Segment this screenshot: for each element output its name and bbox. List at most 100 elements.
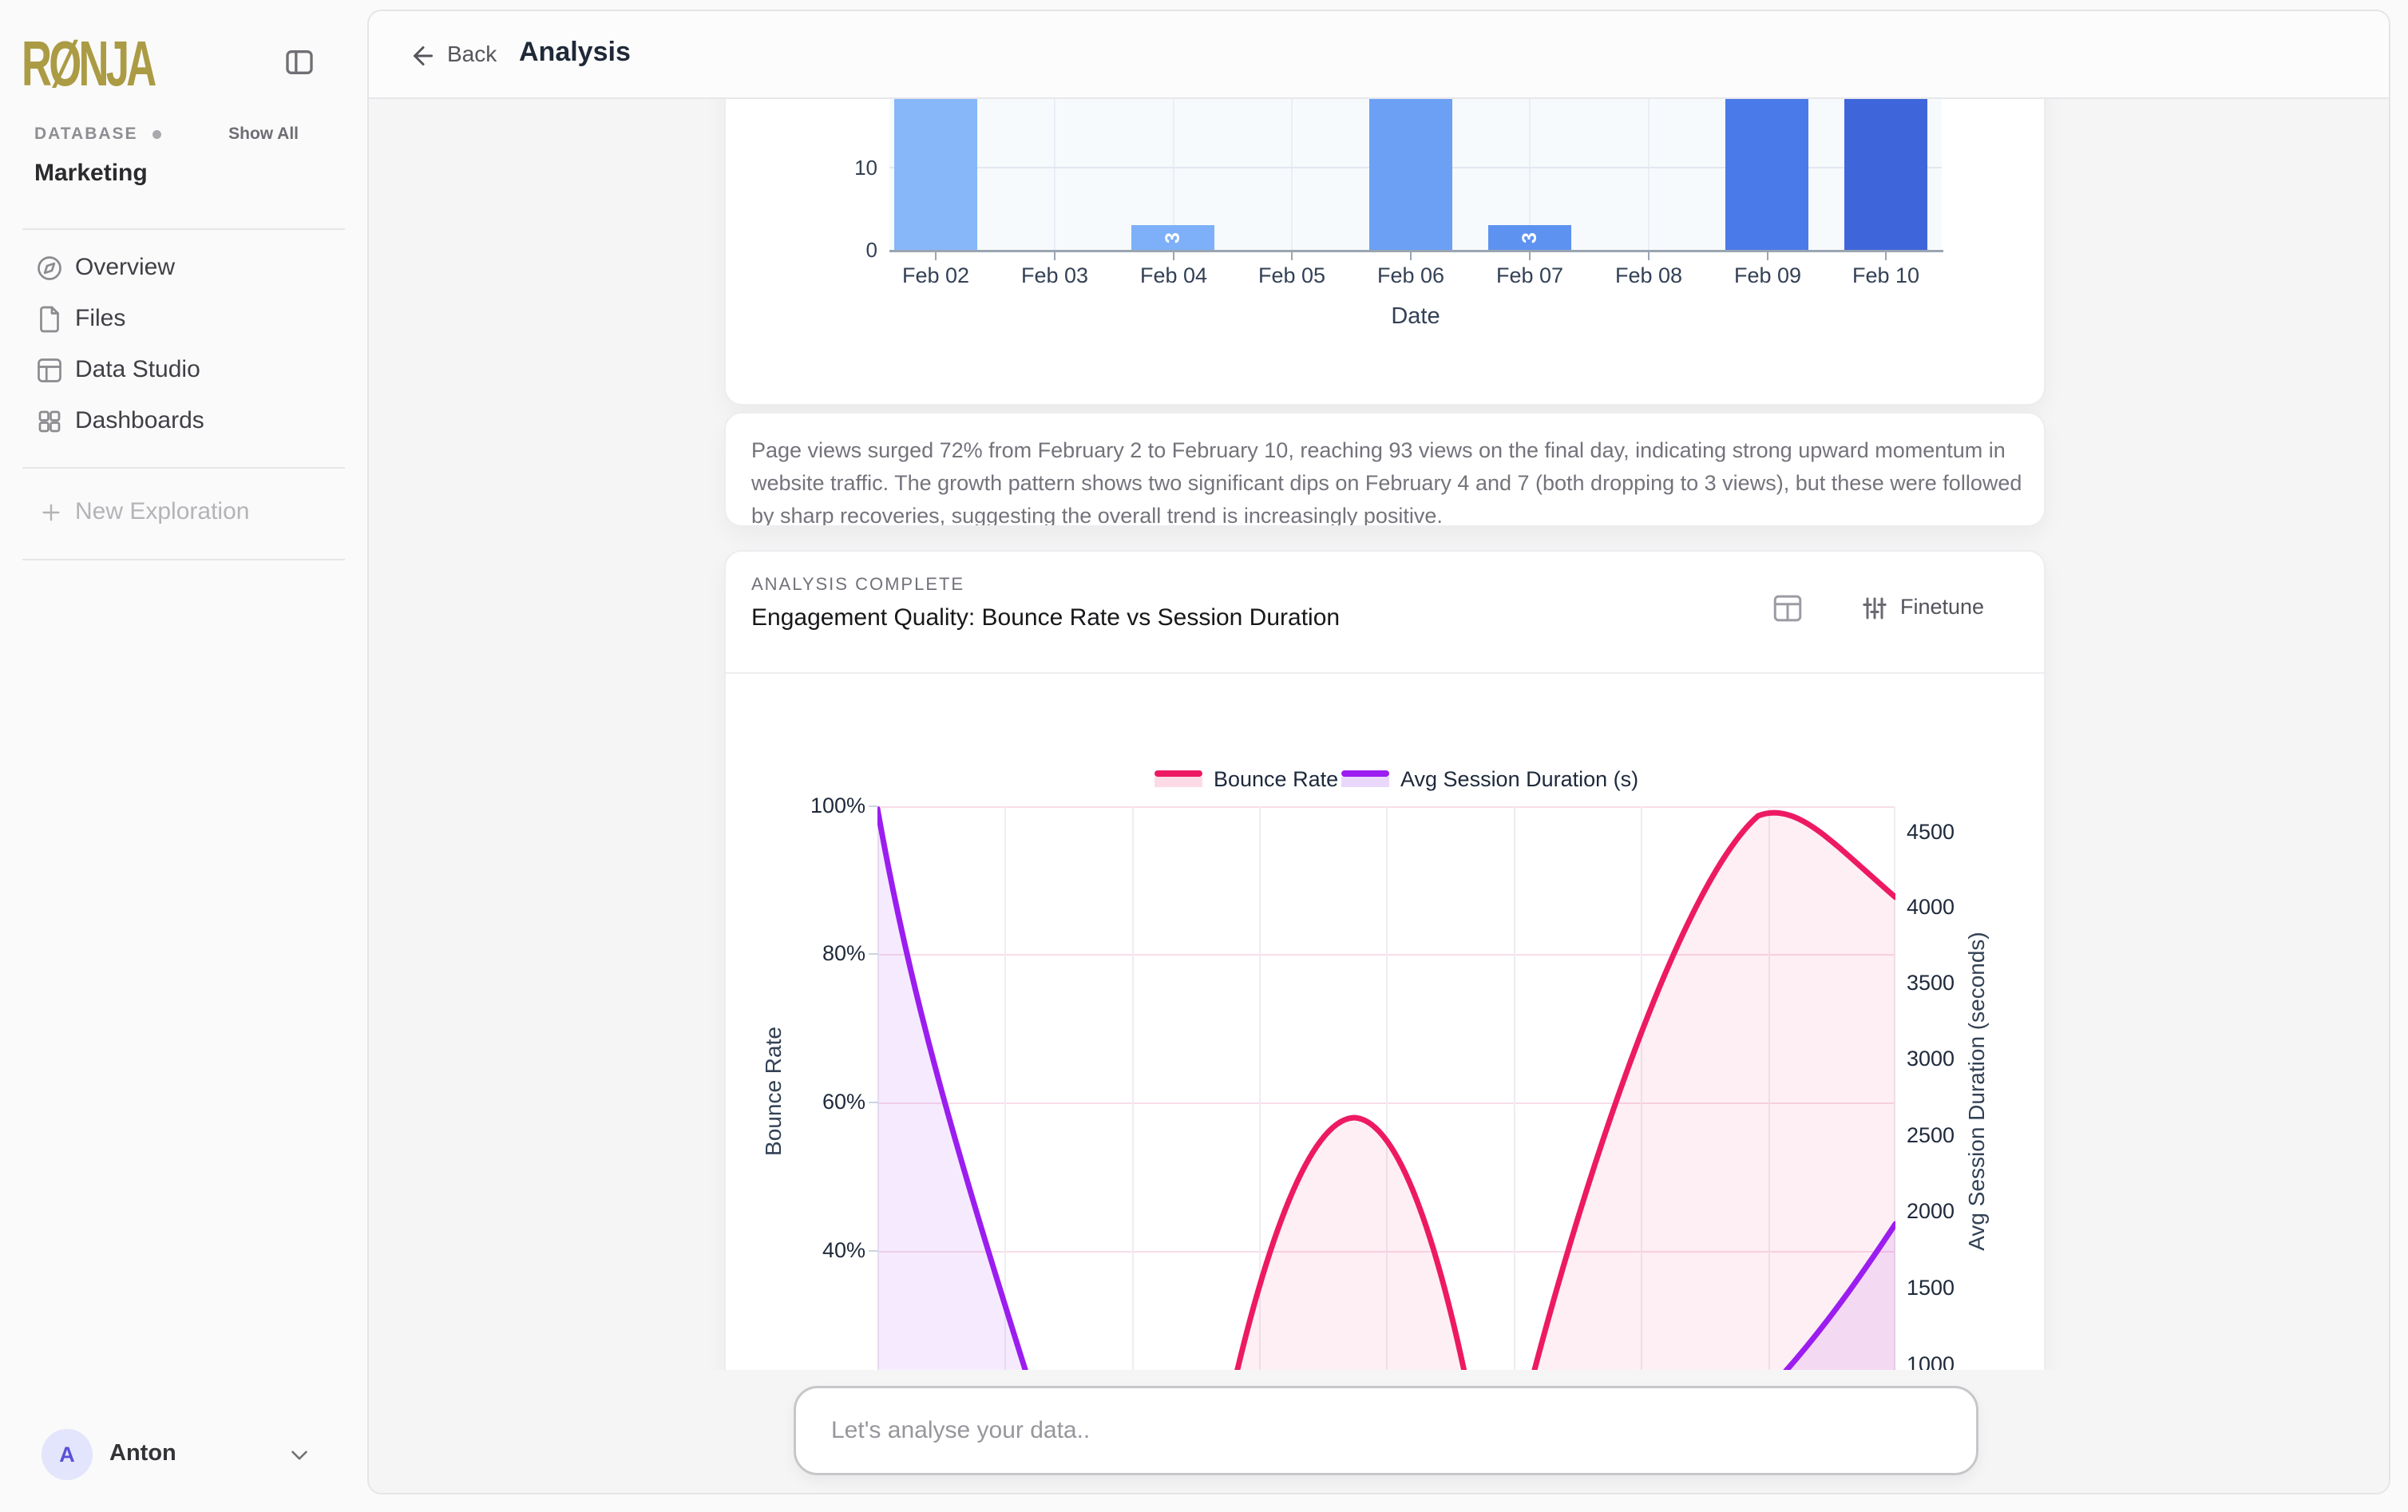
- bar-feb-09: [1725, 99, 1808, 250]
- app-root: RØNJA DATABASE Show All Marketing Overvi…: [0, 0, 2408, 1512]
- line-plot-area: [877, 806, 1895, 1370]
- axis-tick: [869, 1102, 878, 1103]
- x-tick-label: Feb 02: [876, 263, 996, 288]
- axis-tick: [869, 953, 878, 955]
- analysis-summary: Page views surged 72% from February 2 to…: [751, 434, 2022, 527]
- gridline: [1648, 99, 1650, 250]
- sidebar-toggle-icon[interactable]: [283, 46, 315, 78]
- new-exploration-button[interactable]: New Exploration: [0, 487, 367, 538]
- sidebar-item-data-studio[interactable]: Data Studio: [0, 345, 367, 396]
- axis-tick: [1885, 252, 1887, 260]
- back-label: Back: [447, 42, 497, 67]
- left-tick-label: 40%: [794, 1238, 865, 1263]
- sidebar-nav: Overview Files Data Studio Dashboards: [0, 243, 367, 447]
- status-badge: ANALYSIS COMPLETE: [751, 574, 964, 595]
- chart-legend: Bounce Rate Avg Session Duration (s): [726, 767, 2046, 799]
- x-tick-label: Feb 08: [1589, 263, 1709, 288]
- axis-tick: [1054, 252, 1055, 260]
- bar-feb-02: [894, 99, 977, 250]
- left-tick-label: 60%: [794, 1090, 865, 1114]
- gridline: [1291, 99, 1293, 250]
- left-tick-label: 100%: [794, 794, 865, 818]
- sidebar-item-files[interactable]: Files: [0, 294, 367, 345]
- scroll-area[interactable]: 3 3 10 0 Feb 02 Feb 03: [369, 99, 2389, 1370]
- ronja-logo: RØNJA: [22, 16, 153, 111]
- panel-header: Back Analysis: [369, 11, 2389, 99]
- x-axis-line: [889, 250, 1943, 252]
- show-all-link[interactable]: Show All: [228, 125, 299, 144]
- sliders-icon: [1860, 594, 1889, 623]
- sidebar-item-label: Data Studio: [75, 356, 200, 383]
- axis-tick: [1410, 252, 1412, 260]
- analyse-data-input[interactable]: [831, 1388, 1941, 1473]
- sidebar: RØNJA DATABASE Show All Marketing Overvi…: [0, 0, 367, 1512]
- page-title: Analysis: [519, 37, 631, 68]
- analysis-text-card: Page views surged 72% from February 2 to…: [724, 412, 2046, 527]
- axis-tick: [869, 805, 878, 807]
- axis-tick: [935, 252, 937, 260]
- bar-feb-06: [1369, 99, 1452, 250]
- divider: [726, 672, 2046, 674]
- right-axis-title: Avg Session Duration (seconds): [1964, 788, 1990, 1370]
- sidebar-item-overview[interactable]: Overview: [0, 243, 367, 294]
- main-panel: Back Analysis: [367, 10, 2390, 1494]
- divider: [22, 467, 345, 469]
- arrow-left-icon: [409, 42, 438, 70]
- legend-item-session-duration[interactable]: Avg Session Duration (s): [1341, 767, 1677, 799]
- database-status-dot: [152, 130, 161, 139]
- legend-label: Avg Session Duration (s): [1400, 767, 1638, 792]
- legend-item-bounce-rate[interactable]: Bounce Rate: [1154, 767, 1330, 799]
- sidebar-item-label: Files: [75, 305, 125, 332]
- compass-icon: [35, 254, 64, 283]
- divider: [22, 559, 345, 560]
- chart-title: Engagement Quality: Bounce Rate vs Sessi…: [751, 604, 1340, 631]
- x-tick-label: Feb 10: [1826, 263, 1946, 288]
- axis-tick: [1173, 252, 1174, 260]
- user-name: Anton: [109, 1440, 176, 1466]
- chevron-down-icon[interactable]: [286, 1442, 313, 1469]
- logo-row: RØNJA: [22, 29, 346, 96]
- left-tick-label: 80%: [794, 941, 865, 966]
- divider: [22, 228, 345, 230]
- axis-tick: [1291, 252, 1293, 260]
- panel-content: 3 3 10 0 Feb 02 Feb 03: [369, 99, 2389, 1494]
- x-tick-label: Feb 04: [1114, 263, 1234, 288]
- axis-tick: [1529, 252, 1531, 260]
- sidebar-item-label: Dashboards: [75, 407, 204, 434]
- file-icon: [35, 305, 64, 334]
- legend-label: Bounce Rate: [1214, 767, 1338, 792]
- y-tick-label: 10: [814, 156, 877, 180]
- table-view-icon[interactable]: [1771, 592, 1804, 625]
- plus-icon: [38, 500, 64, 525]
- panels-icon: [35, 356, 64, 385]
- bar-chart-card: 3 3 10 0 Feb 02 Feb 03: [724, 99, 2046, 406]
- finetune-button[interactable]: Finetune: [1860, 592, 2012, 627]
- x-tick-label: Feb 09: [1708, 263, 1828, 288]
- new-exploration-label: New Exploration: [75, 498, 249, 525]
- finetune-label: Finetune: [1900, 595, 1984, 619]
- line-series-svg: [877, 806, 1895, 1370]
- sidebar-item-dashboards[interactable]: Dashboards: [0, 396, 367, 447]
- axis-tick: [1767, 252, 1768, 260]
- avatar: A: [42, 1429, 93, 1480]
- x-axis-title: Date: [889, 303, 1942, 330]
- legend-swatch-purple: [1341, 770, 1389, 788]
- bar-value-label: 3: [1514, 222, 1546, 254]
- x-tick-label: Feb 05: [1232, 263, 1352, 288]
- chart-toolbar: Finetune: [1693, 592, 2012, 627]
- database-section-row: DATABASE Show All: [34, 125, 333, 150]
- gridline: [1054, 99, 1055, 250]
- line-chart-card: ANALYSIS COMPLETE Engagement Quality: Bo…: [724, 550, 2046, 1370]
- axis-tick: [869, 1250, 878, 1252]
- x-tick-label: Feb 07: [1470, 263, 1590, 288]
- x-tick-label: Feb 03: [995, 263, 1115, 288]
- sidebar-item-label: Overview: [75, 254, 175, 281]
- bar-feb-10: [1844, 99, 1927, 250]
- chat-input-container: [794, 1386, 1978, 1475]
- legend-swatch-pink: [1154, 770, 1202, 788]
- bar-value-label: 3: [1157, 222, 1189, 254]
- bounce-rate-fill-2: [1531, 813, 1895, 1370]
- left-axis-title: Bounce Rate: [761, 788, 786, 1370]
- user-menu[interactable]: A Anton: [0, 1426, 367, 1486]
- y-tick-label: 0: [814, 238, 877, 263]
